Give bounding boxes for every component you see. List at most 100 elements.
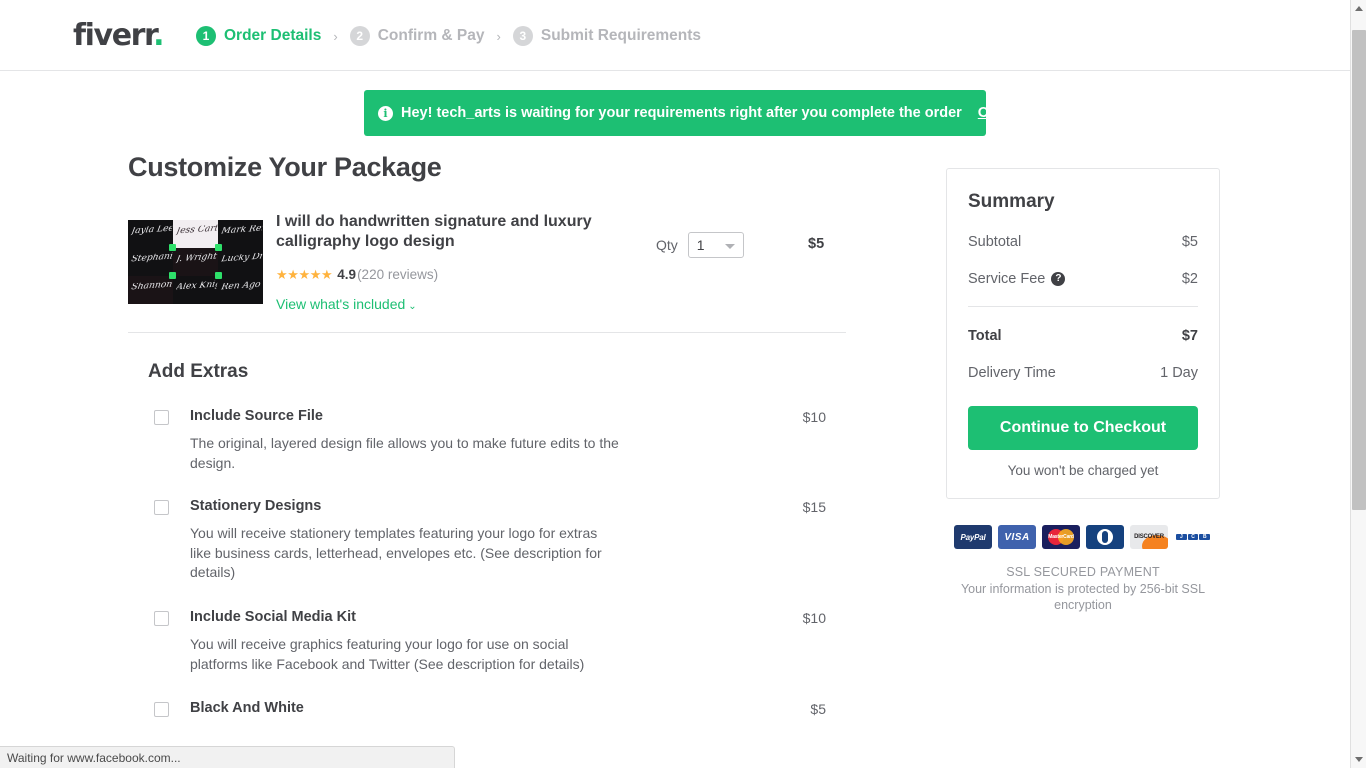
scroll-down-button[interactable] bbox=[1351, 751, 1366, 768]
gig-title[interactable]: I will do handwritten signature and luxu… bbox=[276, 212, 606, 253]
page-title: Customize Your Package bbox=[128, 152, 442, 182]
quantity-control: Qty 1 bbox=[656, 232, 744, 258]
extra-checkbox[interactable] bbox=[154, 499, 169, 515]
quantity-value: 1 bbox=[696, 237, 705, 253]
review-count: (220 reviews) bbox=[357, 266, 439, 282]
banner-message: Hey! tech_arts is waiting for your requi… bbox=[401, 105, 962, 121]
extra-item: Stationery Designs You will receive stat… bbox=[148, 498, 846, 583]
section-divider bbox=[128, 332, 846, 333]
step-separator-2: › bbox=[496, 28, 501, 44]
extra-checkbox[interactable] bbox=[154, 702, 169, 718]
step-label-confirm-pay: Confirm & Pay bbox=[377, 27, 485, 44]
view-whats-included-link[interactable]: View what's included ⌄ bbox=[276, 296, 417, 312]
view-whats-included-label: View what's included bbox=[276, 295, 406, 312]
extra-checkbox[interactable] bbox=[154, 610, 169, 626]
paypal-icon: PayPal bbox=[954, 525, 992, 549]
thumb-cell: Lucky Dream bbox=[218, 248, 263, 276]
extra-price: $15 bbox=[802, 498, 826, 515]
thumb-cell: Jayla Lee bbox=[128, 220, 173, 248]
selection-handle bbox=[215, 272, 222, 279]
logo-text: fiverr bbox=[73, 18, 155, 53]
summary-divider bbox=[968, 306, 1198, 307]
extra-price: $10 bbox=[802, 609, 826, 626]
checkout-stepper: 1 Order Details › 2 Confirm & Pay › 3 Su… bbox=[196, 24, 701, 48]
jcb-icon: JCB bbox=[1174, 525, 1212, 549]
fiverr-logo[interactable]: fiverr. bbox=[73, 18, 165, 53]
extra-description: The original, layered design file allows… bbox=[190, 435, 619, 471]
step-number-1: 1 bbox=[196, 26, 216, 46]
thumb-cell: Alex Knight bbox=[173, 276, 218, 304]
extra-item: Include Source File The original, layere… bbox=[148, 408, 846, 474]
page-scrollbar[interactable] bbox=[1350, 0, 1366, 768]
discover-icon: DISCOVER bbox=[1130, 525, 1168, 549]
service-fee-value: $2 bbox=[1181, 271, 1198, 287]
delivery-time-value: 1 Day bbox=[1160, 365, 1198, 381]
scrollbar-thumb[interactable] bbox=[1352, 30, 1366, 510]
selection-handle bbox=[169, 272, 176, 279]
star-rating-icon: ★★★★★ bbox=[276, 266, 333, 282]
thumb-cell: Mark Reid bbox=[218, 220, 263, 248]
subtotal-value: $5 bbox=[1181, 234, 1198, 250]
browser-status-bar: Waiting for www.facebook.com... bbox=[0, 746, 455, 768]
visa-label: VISA bbox=[1004, 531, 1030, 543]
total-label: Total bbox=[968, 328, 1002, 344]
site-header: fiverr. 1 Order Details › 2 Confirm & Pa… bbox=[0, 0, 1350, 71]
add-extras-heading: Add Extras bbox=[148, 361, 249, 382]
gig-price: $5 bbox=[808, 236, 825, 252]
thumb-cell: Jess Carter bbox=[173, 220, 218, 248]
gig-thumbnail[interactable]: Jayla Lee Jess Carter Mark Reid Stephani… bbox=[128, 220, 263, 304]
chevron-down-icon: ⌄ bbox=[408, 300, 417, 312]
quantity-select[interactable]: 1 bbox=[687, 232, 744, 258]
extra-description: You will receive graphics featuring your… bbox=[190, 636, 585, 672]
payment-methods: PayPal VISA MasterCard DISCOVER J C B bbox=[946, 525, 1220, 549]
step-order-details[interactable]: 1 Order Details bbox=[196, 26, 321, 46]
help-icon[interactable]: ? bbox=[1051, 272, 1066, 286]
extra-name[interactable]: Stationery Designs bbox=[190, 498, 620, 515]
total-value: $7 bbox=[1181, 328, 1198, 344]
mastercard-icon: MasterCard bbox=[1042, 525, 1080, 549]
extra-price: $10 bbox=[802, 409, 826, 425]
thumb-cell: Shannon bbox=[128, 276, 173, 304]
discover-label: DISCOVER bbox=[1134, 534, 1164, 540]
ssl-note: Your information is protected by 256-bit… bbox=[960, 582, 1206, 612]
diners-club-icon bbox=[1086, 525, 1124, 549]
summary-row-service-fee: Service Fee ? $2 bbox=[968, 271, 1198, 287]
delivery-time-label: Delivery Time bbox=[968, 365, 1056, 381]
summary-row-subtotal: Subtotal $5 bbox=[968, 234, 1198, 250]
extra-item: Black And White $5 bbox=[148, 700, 846, 718]
thumb-cell: Stephanie bbox=[128, 248, 173, 276]
charge-note: You won't be charged yet bbox=[1007, 463, 1159, 478]
paypal-label: PayPal bbox=[960, 532, 986, 542]
selection-handle bbox=[169, 244, 176, 251]
quantity-label: Qty bbox=[656, 237, 678, 253]
extra-checkbox[interactable] bbox=[154, 410, 169, 425]
extras-list: Include Source File The original, layere… bbox=[128, 408, 846, 718]
extra-price: $5 bbox=[810, 701, 826, 718]
scroll-up-button[interactable] bbox=[1351, 0, 1366, 17]
extra-name[interactable]: Black And White bbox=[190, 700, 620, 717]
visa-icon: VISA bbox=[998, 525, 1036, 549]
extra-name[interactable]: Include Social Media Kit bbox=[190, 609, 620, 626]
summary-column: Summary Subtotal $5 Service Fee ? $2 Tot… bbox=[946, 168, 1220, 613]
step-number-3: 3 bbox=[512, 26, 533, 46]
step-label-submit-requirements: Submit Requirements bbox=[540, 27, 702, 44]
summary-card: Summary Subtotal $5 Service Fee ? $2 Tot… bbox=[946, 168, 1220, 499]
extra-name[interactable]: Include Source File bbox=[190, 408, 620, 425]
banner-dismiss-link[interactable]: Ok, got it bbox=[978, 105, 1041, 121]
continue-to-checkout-button[interactable]: Continue to Checkout bbox=[968, 406, 1198, 450]
chevron-down-icon bbox=[724, 244, 735, 249]
status-text: Waiting for www.facebook.com... bbox=[7, 750, 181, 765]
service-fee-label-group: Service Fee ? bbox=[968, 271, 1066, 287]
selection-handle bbox=[215, 244, 222, 251]
extra-item: Include Social Media Kit You will receiv… bbox=[148, 609, 846, 675]
requirements-notice-banner: i Hey! tech_arts is waiting for your req… bbox=[364, 90, 1041, 136]
logo-dot: . bbox=[153, 18, 164, 53]
step-number-2: 2 bbox=[349, 26, 370, 46]
subtotal-label: Subtotal bbox=[968, 234, 1022, 250]
browser-viewport: fiverr. 1 Order Details › 2 Confirm & Pa… bbox=[0, 0, 1366, 768]
step-confirm-pay[interactable]: 2 Confirm & Pay bbox=[349, 26, 485, 46]
mastercard-label: MasterCard bbox=[1048, 534, 1074, 540]
gig-rating: ★★★★★ 4.9 (220 reviews) bbox=[276, 267, 606, 282]
step-submit-requirements[interactable]: 3 Submit Requirements bbox=[512, 26, 702, 46]
info-icon: i bbox=[378, 105, 393, 121]
